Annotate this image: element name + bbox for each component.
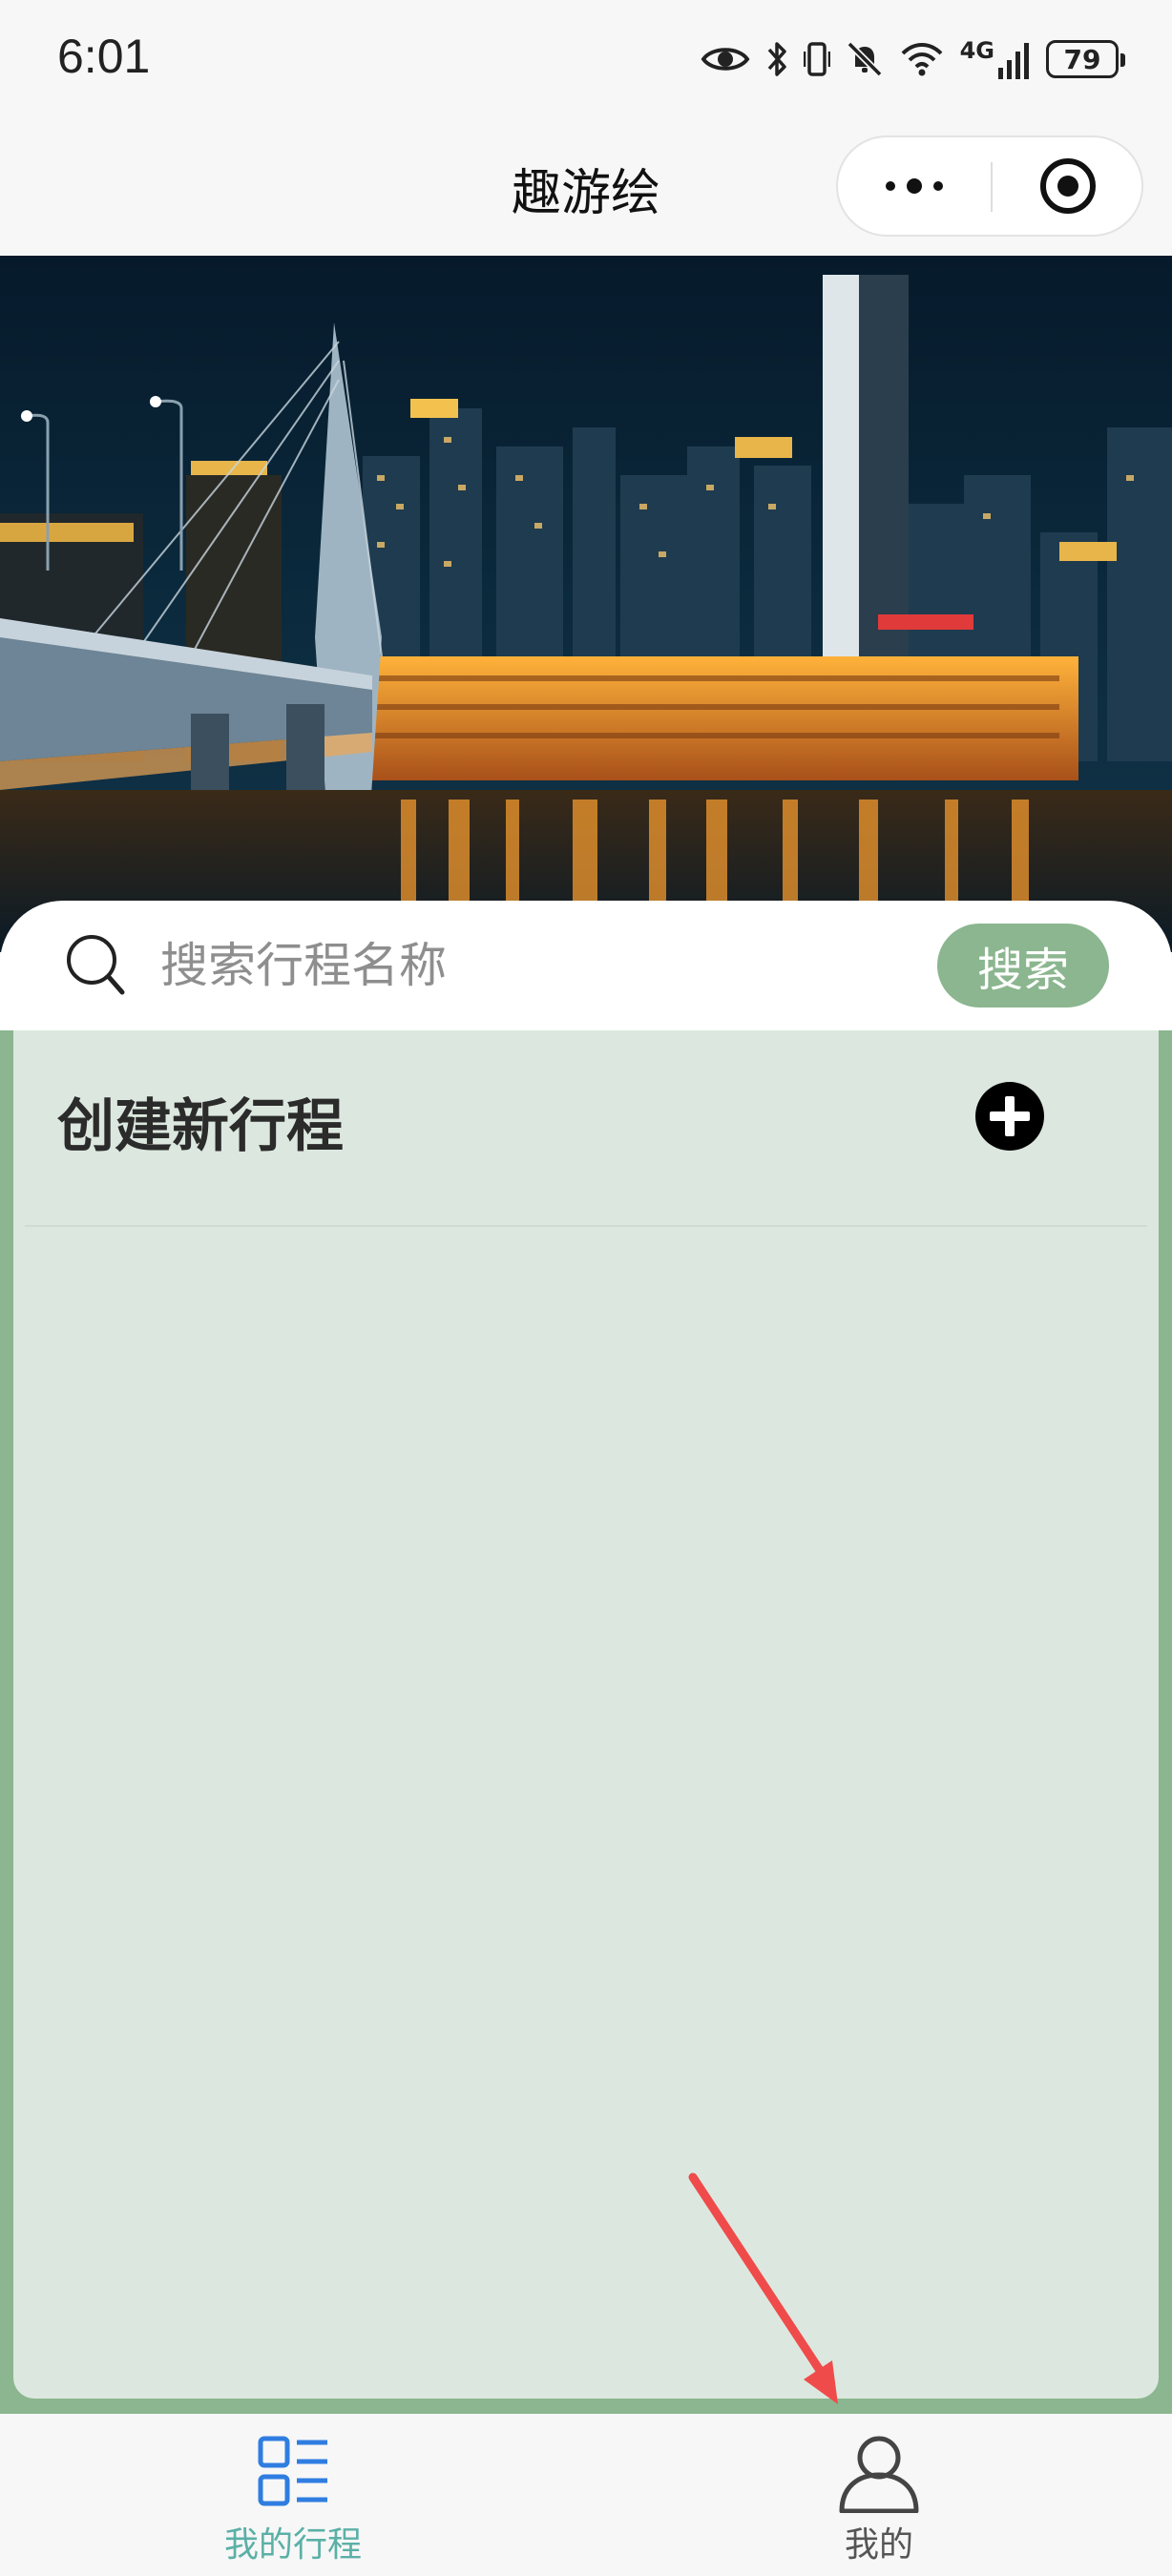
trips-container: 创建新行程 [0, 1030, 1172, 2414]
tab-bar: 我的行程 我的 [0, 2414, 1172, 2576]
signal-icon: 4G [960, 39, 1031, 79]
trips-panel: 创建新行程 [13, 1030, 1159, 2399]
user-icon [586, 2433, 1172, 2513]
banner-image [0, 256, 1172, 952]
plus-circle-icon[interactable] [973, 1080, 1046, 1156]
create-trip-label: 创建新行程 [57, 1093, 344, 1160]
status-time: 6:01 [57, 30, 151, 83]
tab-mine[interactable]: 我的 [586, 2414, 1172, 2576]
network-type: 4G [959, 37, 994, 64]
tab-my-trips-label: 我的行程 [223, 2525, 362, 2565]
list-icon [0, 2433, 586, 2509]
bluetooth-icon [765, 40, 788, 78]
tab-my-trips[interactable]: 我的行程 [0, 2414, 586, 2576]
tab-mine-label: 我的 [844, 2525, 913, 2565]
more-dots-icon[interactable] [838, 137, 991, 235]
eye-icon [701, 43, 750, 75]
vibrate-icon [803, 40, 830, 78]
status-bar: 6:01 4G 79 [0, 0, 1172, 124]
search-icon [63, 931, 130, 1002]
wifi-icon [899, 40, 945, 78]
search-input[interactable] [160, 927, 905, 1004]
nav-header: 趣游绘 [0, 124, 1172, 256]
search-button[interactable]: 搜索 [937, 924, 1109, 1008]
close-target-icon[interactable] [993, 137, 1143, 235]
battery-icon: 79 [1046, 40, 1125, 78]
mini-program-capsule [836, 135, 1143, 237]
status-icons: 4G 79 [701, 32, 1125, 86]
mute-icon [846, 40, 884, 78]
search-bar: 搜索 [0, 901, 1172, 1030]
create-trip-row[interactable]: 创建新行程 [25, 1030, 1147, 1227]
